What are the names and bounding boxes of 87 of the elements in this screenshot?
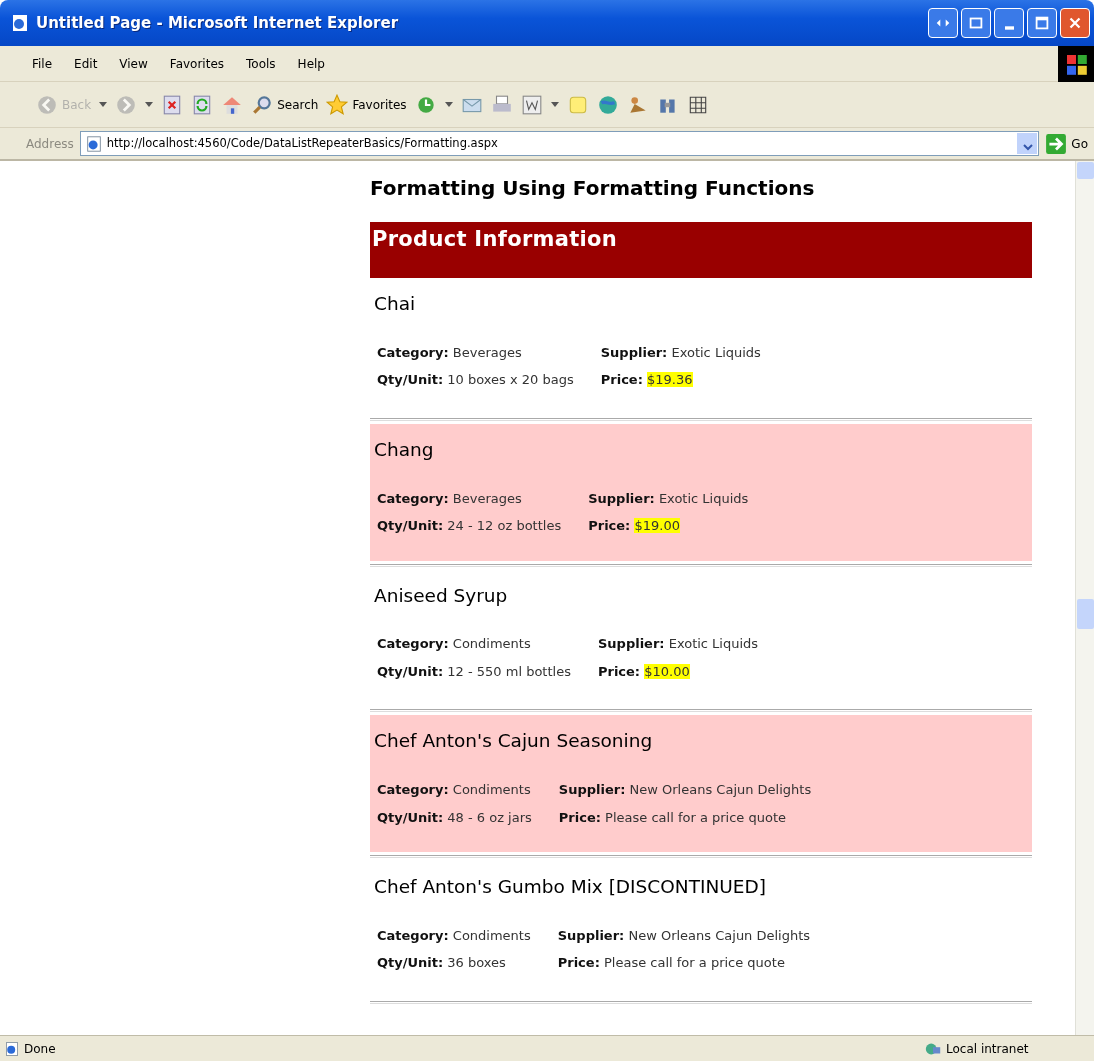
page-icon: [10, 13, 30, 33]
window-title: Untitled Page - Microsoft Internet Explorer: [36, 12, 399, 34]
minimize-button[interactable]: [994, 8, 1024, 38]
favorites-button[interactable]: Favorites: [326, 93, 407, 116]
field-label: Qty/Unit:: [377, 518, 444, 533]
go-button[interactable]: Go: [1045, 132, 1088, 155]
search-icon: [251, 93, 274, 116]
field-label: Category:: [377, 927, 449, 943]
globe-button[interactable]: [596, 93, 619, 116]
minimize-icon: [1004, 26, 1014, 30]
field-label: Category:: [377, 344, 449, 360]
section-banner: Product Information: [370, 222, 1032, 278]
field-label: Price:: [558, 809, 601, 825]
field-label: Supplier:: [557, 927, 625, 943]
price-value: Please call for a price quote: [604, 955, 785, 971]
price-value: $10.00: [644, 663, 690, 679]
page-icon: [84, 134, 103, 153]
restore-view-button[interactable]: [961, 8, 991, 38]
product-name: Chai: [374, 292, 417, 316]
dropdown-caret-icon: [99, 102, 108, 107]
search-button[interactable]: Search: [251, 93, 319, 116]
field-label: Qty/Unit:: [377, 809, 444, 825]
field-value: 24 - 12 oz bottles: [447, 518, 562, 533]
field-value: Exotic Liquids: [658, 490, 749, 506]
menu-item[interactable]: Tools: [246, 54, 276, 73]
page-heading: Formatting Using Formatting Functions: [370, 175, 816, 202]
status-text: Done: [24, 1040, 56, 1058]
dropdown-caret-icon: [444, 102, 453, 107]
field-label: Price:: [557, 955, 600, 971]
scrollbar[interactable]: [1075, 161, 1094, 1035]
field-value: New Orleans Cajun Delights: [629, 782, 812, 797]
security-zone-text: Local intranet: [946, 1040, 1029, 1058]
price-value: $19.36: [647, 372, 693, 388]
field-value: Exotic Liquids: [668, 636, 759, 652]
maximize-icon: [1033, 14, 1051, 32]
maximize-button[interactable]: [1027, 8, 1057, 38]
field-value: Condiments: [452, 782, 531, 797]
dropdown-caret-icon: [145, 102, 154, 107]
star-icon: [326, 93, 349, 116]
field-value: 36 boxes: [447, 955, 506, 971]
product-name: Chef Anton's Gumbo Mix [DISCONTINUED]: [374, 875, 767, 899]
field-label: Supplier:: [558, 782, 626, 797]
menu-item[interactable]: Favorites: [169, 54, 225, 73]
field-label: Supplier:: [588, 490, 655, 506]
field-value: New Orleans Cajun Delights: [628, 927, 811, 943]
field-label: Qty/Unit:: [377, 372, 444, 388]
field-value: 48 - 6 oz jars: [447, 809, 532, 825]
field-value: Condiments: [452, 927, 531, 943]
field-label: Category:: [377, 636, 449, 652]
arrow-right-icon: [1045, 132, 1068, 155]
field-label: Supplier:: [600, 344, 668, 360]
field-label: Price:: [588, 518, 631, 533]
menu-item[interactable]: Edit: [74, 54, 98, 73]
address-field[interactable]: http://localhost:4560/Code/DataListRepeaterBasics/Formatting.aspx: [79, 131, 1040, 156]
price-value: Please call for a price quote: [605, 809, 786, 825]
field-label: Qty/Unit:: [377, 663, 444, 679]
menu-item[interactable]: View: [119, 54, 148, 73]
scroll-thumb[interactable]: [1077, 599, 1094, 629]
field-value: Exotic Liquids: [671, 344, 761, 360]
windows-logo-icon: [1058, 45, 1094, 82]
field-label: Category:: [377, 782, 449, 797]
field-value: Beverages: [452, 490, 522, 506]
field-label: Qty/Unit:: [377, 955, 444, 971]
close-button[interactable]: [1060, 8, 1090, 38]
globe-icon: [596, 93, 619, 116]
field-value: 12 - 550 ml bottles: [447, 663, 571, 679]
field-label: Category:: [377, 490, 449, 506]
sidebar-button[interactable]: [928, 8, 958, 38]
field-value: Beverages: [452, 344, 522, 360]
document-w-icon: [520, 93, 543, 116]
product-name: Chef Anton's Cajun Seasoning: [374, 729, 654, 754]
dropdown-button[interactable]: [1017, 133, 1038, 154]
product-name: Aniseed Syrup: [374, 583, 509, 608]
product-name: Chang: [374, 437, 435, 462]
field-value: Condiments: [452, 636, 531, 652]
field-value: 10 boxes x 20 bags: [447, 372, 574, 388]
dropdown-caret-icon: [550, 102, 559, 107]
price-value: $19.00: [634, 518, 680, 533]
edit-button[interactable]: [520, 93, 543, 116]
menu-item[interactable]: Help: [297, 54, 325, 73]
menu-item[interactable]: File: [32, 54, 53, 73]
field-label: Price:: [600, 372, 643, 388]
chevron-down-icon: [1023, 141, 1034, 152]
page-icon: [4, 1040, 20, 1057]
field-label: Price:: [597, 663, 641, 679]
field-label: Supplier:: [597, 636, 665, 652]
address-label: Address: [26, 135, 74, 153]
